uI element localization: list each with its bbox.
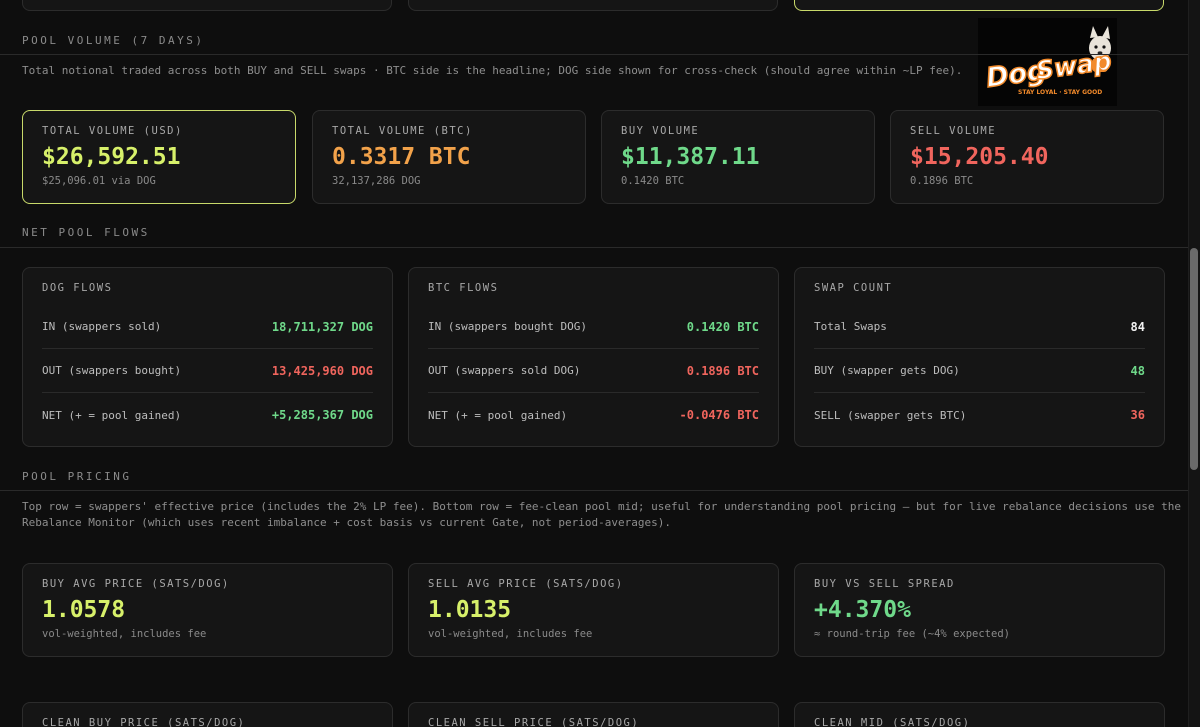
logo-tagline: STAY LOYAL · STAY GOOD (1018, 89, 1102, 96)
spread-card: BUY VS SELL SPREAD +4.370% ≈ round-trip … (794, 563, 1165, 657)
card-sub: 0.1896 BTC (910, 175, 974, 187)
dogswap-logo: Dog Swap STAY LOYAL · STAY GOOD (978, 18, 1117, 106)
card-value: 1.0135 (428, 597, 512, 623)
flow-row: OUT (swappers sold DOG) 0.1896 BTC (428, 349, 759, 393)
flow-row: IN (swappers bought DOG) 0.1420 BTC (428, 305, 759, 349)
buy-volume-card: BUY VOLUME $11,387.11 0.1420 BTC (601, 110, 875, 204)
card-label: DOG FLOWS (42, 282, 113, 294)
pool-volume-title: POOL VOLUME (7 DAYS) (22, 34, 205, 47)
sell-avg-price-card: SELL AVG PRICE (SATS/DOG) 1.0135 vol-wei… (408, 563, 779, 657)
count-value: 48 (1130, 363, 1145, 378)
flow-row: NET (+ = pool gained) -0.0476 BTC (428, 393, 759, 437)
card-label: SELL AVG PRICE (SATS/DOG) (428, 578, 624, 590)
flow-label: NET (+ = pool gained) (428, 408, 568, 422)
card-sub: 32,137,286 DOG (332, 175, 421, 187)
card-value: 0.3317 BTC (332, 144, 471, 170)
btc-flows-card: BTC FLOWS IN (swappers bought DOG) 0.142… (408, 267, 779, 447)
flow-label: NET (+ = pool gained) (42, 408, 182, 422)
card-label: BUY VOLUME (621, 125, 700, 137)
card-sub: vol-weighted, includes fee (428, 628, 593, 640)
flow-label: IN (swappers sold) (42, 320, 162, 333)
count-value: 84 (1130, 319, 1145, 334)
flow-value: +5,285,367 DOG (271, 408, 373, 422)
card-label: BUY AVG PRICE (SATS/DOG) (42, 578, 230, 590)
card-label: BUY VS SELL SPREAD (814, 578, 955, 590)
pool-pricing-title: POOL PRICING (22, 470, 132, 483)
top-card-left (22, 0, 392, 11)
section-divider (0, 490, 1188, 491)
card-sub: $25,096.01 via DOG (42, 175, 156, 187)
card-label: TOTAL VOLUME (USD) (42, 125, 183, 137)
card-sub: vol-weighted, includes fee (42, 628, 207, 640)
flow-label: OUT (swappers sold DOG) (428, 364, 581, 377)
card-value: $15,205.40 (910, 144, 1049, 170)
count-row: BUY (swapper gets DOG) 48 (814, 349, 1145, 393)
card-label: CLEAN BUY PRICE (SATS/DOG) (42, 717, 246, 727)
scrollbar-thumb[interactable] (1190, 248, 1198, 470)
flow-value: 18,711,327 DOG (271, 319, 373, 334)
card-value: 1.0578 (42, 597, 126, 623)
flow-value: 13,425,960 DOG (271, 363, 373, 378)
count-row: Total Swaps 84 (814, 305, 1145, 349)
card-value: +4.370% (814, 597, 911, 623)
buy-avg-price-card: BUY AVG PRICE (SATS/DOG) 1.0578 vol-weig… (22, 563, 393, 657)
section-divider (0, 54, 1188, 55)
card-label: SWAP COUNT (814, 282, 893, 294)
flow-row: NET (+ = pool gained) +5,285,367 DOG (42, 393, 373, 437)
card-value: $26,592.51 (42, 144, 181, 170)
count-value: 36 (1130, 408, 1145, 422)
dog-flows-card: DOG FLOWS IN (swappers sold) 18,711,327 … (22, 267, 393, 447)
top-card-right (794, 0, 1164, 11)
count-row: SELL (swapper gets BTC) 36 (814, 393, 1145, 437)
count-label: SELL (swapper gets BTC) (814, 408, 967, 422)
card-label: CLEAN SELL PRICE (SATS/DOG) (428, 717, 640, 727)
total-volume-usd-card: TOTAL VOLUME (USD) $26,592.51 $25,096.01… (22, 110, 296, 204)
flow-label: OUT (swappers bought) (42, 364, 182, 377)
clean-sell-price-card: CLEAN SELL PRICE (SATS/DOG) (408, 702, 779, 727)
card-sub: ≈ round-trip fee (~4% expected) (814, 628, 1010, 640)
card-label: TOTAL VOLUME (BTC) (332, 125, 473, 137)
flow-value: 0.1896 BTC (686, 363, 759, 378)
pool-volume-description: Total notional traded across both BUY an… (22, 64, 963, 77)
flow-label: IN (swappers bought DOG) (428, 320, 587, 333)
description-line: Rebalance Monitor (which uses recent imb… (22, 516, 672, 529)
total-volume-btc-card: TOTAL VOLUME (BTC) 0.3317 BTC 32,137,286… (312, 110, 586, 204)
card-value: $11,387.11 (621, 144, 760, 170)
card-label: SELL VOLUME (910, 125, 997, 137)
clean-mid-card: CLEAN MID (SATS/DOG) (794, 702, 1165, 727)
flow-value: 0.1420 BTC (686, 319, 759, 334)
section-divider (0, 247, 1188, 248)
svg-text:Swap: Swap (1034, 46, 1113, 85)
top-card-middle (408, 0, 778, 11)
flow-value: -0.0476 BTC (679, 408, 759, 422)
flow-row: OUT (swappers bought) 13,425,960 DOG (42, 349, 373, 393)
card-label: BTC FLOWS (428, 282, 499, 294)
page-scrollbar[interactable] (1188, 0, 1200, 727)
card-label: CLEAN MID (SATS/DOG) (814, 717, 971, 727)
description-line: Top row = swappers' effective price (inc… (22, 500, 1181, 513)
sell-volume-card: SELL VOLUME $15,205.40 0.1896 BTC (890, 110, 1164, 204)
net-flows-title: NET POOL FLOWS (22, 226, 150, 239)
clean-buy-price-card: CLEAN BUY PRICE (SATS/DOG) (22, 702, 393, 727)
pool-pricing-description: Top row = swappers' effective price (inc… (22, 499, 1181, 531)
card-sub: 0.1420 BTC (621, 175, 685, 187)
count-label: Total Swaps (814, 320, 887, 333)
count-label: BUY (swapper gets DOG) (814, 364, 960, 377)
flow-row: IN (swappers sold) 18,711,327 DOG (42, 305, 373, 349)
swap-count-card: SWAP COUNT Total Swaps 84 BUY (swapper g… (794, 267, 1165, 447)
dogswap-logo-art: Dog Swap STAY LOYAL · STAY GOOD (983, 26, 1114, 96)
